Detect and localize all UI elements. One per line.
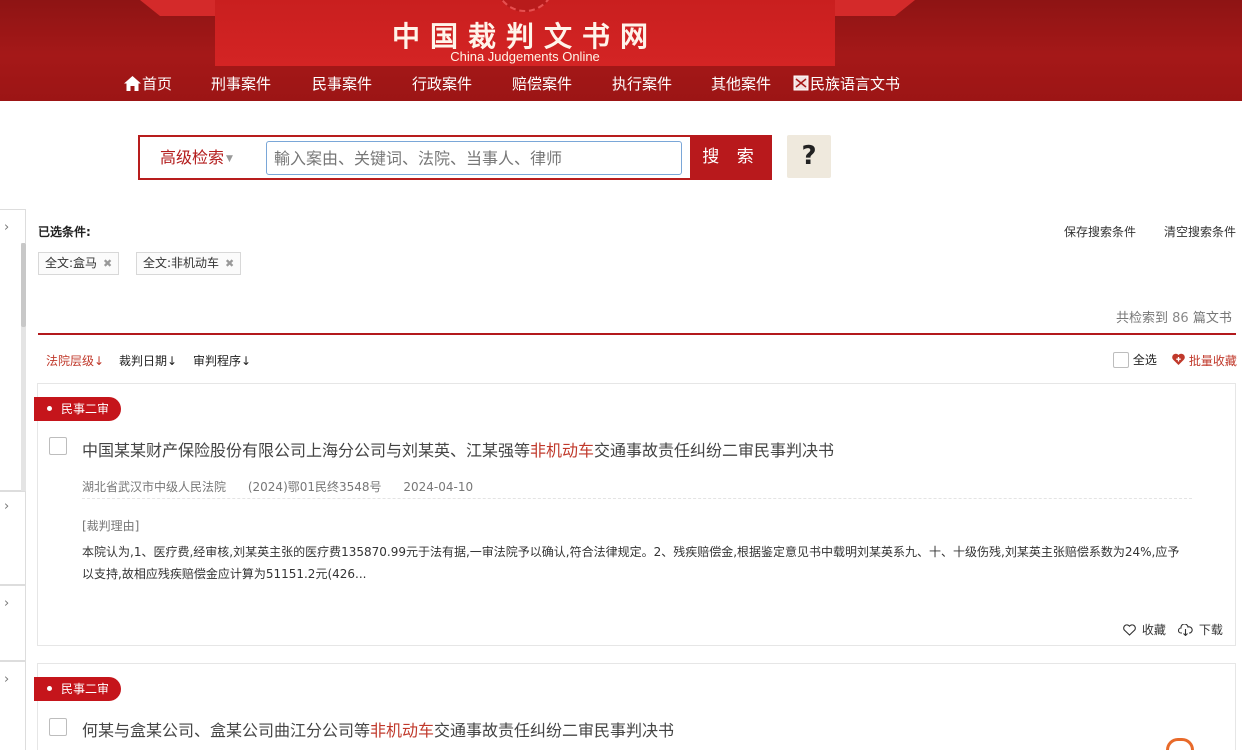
sort-judgment-date[interactable]: 裁判日期↓ [119, 352, 177, 369]
advanced-search-label: 高级检索 [160, 148, 225, 167]
result-checkbox[interactable] [49, 718, 67, 736]
left-panel-tab[interactable]: › [0, 585, 26, 661]
court-name: 湖北省武汉市中级人民法院 [82, 480, 227, 494]
sort-court-level[interactable]: 法院层级↓ [46, 352, 104, 369]
filter-tag-label: 全文:盒马 [45, 256, 98, 270]
result-title-text: 交通事故责任纠纷二审民事判决书 [594, 441, 835, 460]
select-all-label: 全选 [1132, 353, 1157, 367]
nav-item-enforcement[interactable]: 执行案件 [612, 72, 672, 96]
nav-item-criminal[interactable]: 刑事案件 [211, 72, 271, 96]
help-button[interactable]: ? [787, 135, 831, 178]
sort-label: 裁判日期 [119, 354, 168, 368]
result-title-highlight: 非机动车 [530, 441, 595, 460]
cloud-download-icon [1177, 623, 1199, 637]
site-subtitle: China Judgements Online [450, 49, 600, 64]
clear-search-link[interactable]: 清空搜索条件 [1164, 223, 1236, 240]
result-count-prefix: 共检索到 [1116, 311, 1169, 326]
case-number: (2024)鄂01民终3548号 [247, 480, 382, 494]
nav-item-ethnic-language[interactable]: 民族语言文书 [793, 72, 900, 98]
result-title-link[interactable]: 何某与盒某公司、盒某公司曲江分公司等非机动车交通事故责任纠纷二审民事判决书 [82, 717, 674, 741]
chevron-right-icon: › [4, 596, 10, 611]
ethnic-language-icon [793, 74, 809, 98]
result-card: 民事二审 何某与盒某公司、盒某公司曲江分公司等非机动车交通事故责任纠纷二审民事判… [34, 663, 1236, 750]
home-icon [124, 74, 141, 98]
save-search-link[interactable]: 保存搜索条件 [1064, 223, 1136, 240]
search-input[interactable] [266, 141, 682, 175]
header-decoration-right [835, 0, 915, 16]
main-nav: 首页 刑事案件 民事案件 行政案件 赔偿案件 执行案件 其他案件 民族语言文书 [0, 72, 1242, 96]
case-type-label: 民事二审 [61, 682, 110, 696]
chevron-right-icon: › [4, 672, 10, 687]
nav-item-home[interactable]: 首页 [124, 72, 172, 98]
result-count: 共检索到 86 篇文书 [1116, 307, 1232, 326]
header-decoration-left [140, 0, 220, 16]
remove-filter-icon[interactable]: ✖ [225, 257, 234, 270]
caret-down-icon: ▼ [226, 154, 233, 164]
site-logo[interactable]: 中国裁判文书网 China Judgements Online [215, 0, 835, 66]
result-title-text: 何某与盒某公司、盒某公司曲江分公司等 [82, 721, 371, 740]
reason-text: 本院认为,1、医疗费,经审核,刘某英主张的医疗费135870.99元于法有据,一… [82, 545, 1180, 581]
heart-icon [1123, 623, 1142, 637]
result-meta: 湖北省武汉市中级人民法院 (2024)鄂01民终3548号 2024-04-10 [82, 478, 491, 495]
nav-item-compensation[interactable]: 赔偿案件 [512, 72, 572, 96]
filter-tag: 全文:盒马 ✖ [38, 252, 120, 275]
nav-item-label: 首页 [142, 75, 173, 93]
selected-conditions-label: 已选条件: [38, 225, 91, 239]
filter-tag-label: 全文:非机动车 [143, 256, 220, 270]
site-header: 中国裁判文书网 China Judgements Online 首页 刑事案件 … [0, 0, 1242, 101]
case-type-badge: 民事二审 [34, 677, 122, 701]
sort-label: 审判程序 [193, 354, 242, 368]
search-button[interactable]: 搜 索 [690, 135, 772, 180]
result-checkbox[interactable] [49, 437, 67, 455]
dot-icon [47, 686, 52, 691]
divider [38, 333, 1236, 335]
chevron-right-icon: › [4, 220, 10, 235]
download-button[interactable]: 下载 [1177, 621, 1223, 638]
search-bar: 高级检索▼ 搜 索 [138, 135, 772, 180]
collect-label: 收藏 [1141, 623, 1166, 637]
remove-filter-icon[interactable]: ✖ [103, 257, 112, 270]
chevron-right-icon: › [4, 499, 10, 514]
batch-collect-button[interactable]: 批量收藏 [1172, 352, 1237, 369]
case-type-label: 民事二审 [61, 402, 110, 416]
heart-plus-icon [1172, 353, 1189, 368]
result-title-highlight: 非机动车 [370, 721, 435, 740]
dot-icon [47, 406, 52, 411]
arrow-down-icon: ↓ [167, 354, 178, 368]
sort-label: 法院层级 [46, 354, 95, 368]
nav-item-administrative[interactable]: 行政案件 [412, 72, 472, 96]
left-panel-tab[interactable]: › [0, 661, 26, 750]
collect-button[interactable]: 收藏 [1123, 621, 1166, 638]
arrow-down-icon: ↓ [241, 354, 252, 368]
national-emblem-icon [495, 0, 555, 12]
result-count-number: 86 [1172, 311, 1189, 326]
select-all[interactable]: 全选 [1113, 351, 1157, 368]
nav-item-civil[interactable]: 民事案件 [312, 72, 372, 96]
nav-item-label: 民族语言文书 [810, 75, 901, 93]
left-panel-tab[interactable]: › [0, 491, 26, 585]
case-type-badge: 民事二审 [34, 397, 122, 421]
download-label: 下载 [1198, 623, 1223, 637]
result-card: 民事二审 中国某某财产保险股份有限公司上海分公司与刘某英、江某强等非机动车交通事… [34, 383, 1236, 646]
arrow-down-icon: ↓ [94, 354, 105, 368]
batch-collect-label: 批量收藏 [1188, 354, 1237, 368]
nav-item-other[interactable]: 其他案件 [711, 72, 771, 96]
select-all-checkbox[interactable] [1113, 352, 1129, 368]
judgment-date: 2024-04-10 [403, 480, 474, 494]
advanced-search-dropdown[interactable]: 高级检索 ▼ [160, 137, 233, 178]
sort-trial-procedure[interactable]: 审判程序↓ [193, 352, 251, 369]
result-title-text: 中国某某财产保险股份有限公司上海分公司与刘某英、江某强等 [82, 441, 531, 460]
filter-tag: 全文:非机动车 ✖ [136, 252, 242, 275]
result-title-link[interactable]: 中国某某财产保险股份有限公司上海分公司与刘某英、江某强等非机动车交通事故责任纠纷… [82, 437, 834, 461]
reason-label: [裁判理由] [82, 519, 140, 533]
divider [82, 498, 1192, 499]
result-title-text: 交通事故责任纠纷二审民事判决书 [434, 721, 675, 740]
left-panel-scrollbar[interactable] [21, 243, 26, 327]
result-count-suffix: 篇文书 [1192, 311, 1232, 326]
